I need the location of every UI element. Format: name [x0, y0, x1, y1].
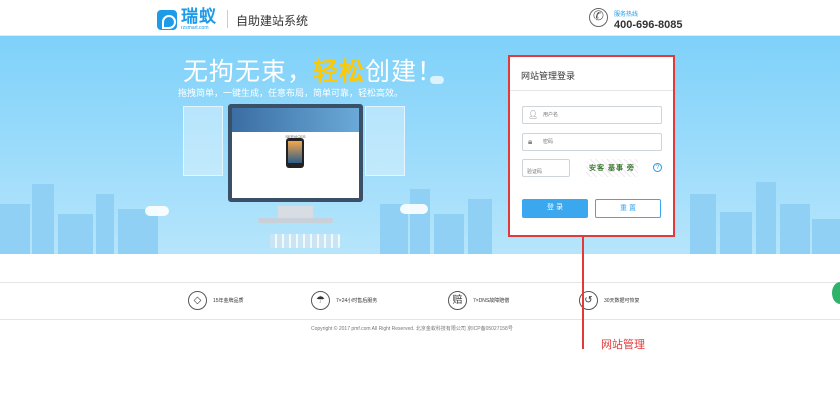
- system-title: 自助建站系统: [236, 14, 309, 28]
- phone-illustration: [286, 138, 304, 168]
- annotation-line: [582, 237, 584, 349]
- city-skyline-illustration: [0, 182, 840, 254]
- monitor-illustration: SERVICES: [228, 104, 363, 202]
- logo-name: 瑞蚁: [181, 7, 217, 26]
- feature-item: ↺ 30天数据可恢复: [579, 291, 640, 310]
- features-bar: ◇ 15年金牌品质 ☂ 7×24小时售后服务 赔 7×DNS故障赔偿 ↺ 30天…: [0, 282, 840, 320]
- logo-icon: [157, 9, 177, 30]
- hero-banner: 无拘无束，轻松创建！ 拖拽简单，一键生成，任意布局，简单可靠，轻松高效。 SER…: [0, 36, 840, 254]
- user-icon: 👤︎: [528, 110, 539, 119]
- header: 瑞蚁 rzsmart.com 自助建站系统 服务热线 400-696-8085: [0, 0, 840, 36]
- captcha-input[interactable]: [527, 166, 567, 178]
- password-input[interactable]: [543, 136, 653, 148]
- feature-item: ☂ 7×24小时售后服务: [311, 291, 377, 310]
- hero-subtitle: 拖拽简单，一键生成，任意布局，简单可靠，轻松高效。: [178, 88, 404, 98]
- feature-label: 15年金牌品质: [213, 298, 244, 304]
- service-hotline-number: 400-696-8085: [614, 19, 683, 31]
- template-panel-illustration: [365, 106, 405, 176]
- feature-label: 30天数据可恢复: [604, 298, 640, 304]
- logo[interactable]: 瑞蚁 rzsmart.com: [157, 8, 217, 31]
- template-panel-illustration: [183, 106, 223, 176]
- keyboard-illustration: [270, 234, 340, 248]
- reset-button[interactable]: 重 置: [595, 199, 661, 218]
- header-divider: [227, 10, 228, 28]
- username-input[interactable]: [543, 109, 653, 121]
- captcha-image[interactable]: 安客 基事 旁: [586, 159, 638, 177]
- umbrella-icon: ☂: [311, 291, 330, 310]
- compensate-icon: 赔: [448, 291, 467, 310]
- feature-item: 赔 7×DNS故障赔偿: [448, 291, 509, 310]
- phone-icon: [589, 8, 608, 27]
- username-field[interactable]: 👤︎: [522, 106, 662, 124]
- feature-label: 7×DNS故障赔偿: [473, 298, 510, 304]
- feature-item: ◇ 15年金牌品质: [188, 291, 244, 310]
- monitor-base: [258, 218, 333, 223]
- divider: [510, 90, 673, 91]
- login-panel: 网站管理登录 👤︎ 🔒︎ 安客 基事 旁 ? 登 录 重 置: [508, 55, 675, 237]
- feature-label: 7×24小时售后服务: [336, 298, 378, 304]
- lock-icon: 🔒︎: [528, 137, 533, 146]
- service-hotline-label: 服务热线: [614, 12, 639, 18]
- logo-domain: rzsmart.com: [181, 25, 209, 31]
- password-field[interactable]: 🔒︎: [522, 133, 662, 151]
- login-title: 网站管理登录: [521, 71, 576, 81]
- cloud-decoration: [145, 206, 169, 216]
- help-icon[interactable]: ?: [653, 163, 662, 172]
- hero-slogan: 无拘无束，轻松创建！: [183, 58, 444, 86]
- cloud-decoration: [400, 204, 428, 214]
- annotation-label: 网站管理: [601, 339, 645, 351]
- diamond-icon: ◇: [188, 291, 207, 310]
- copyright-text: Copyright © 2017 pmf.com All Right Reser…: [311, 326, 513, 332]
- captcha-field[interactable]: [522, 159, 570, 178]
- login-button[interactable]: 登 录: [522, 199, 588, 218]
